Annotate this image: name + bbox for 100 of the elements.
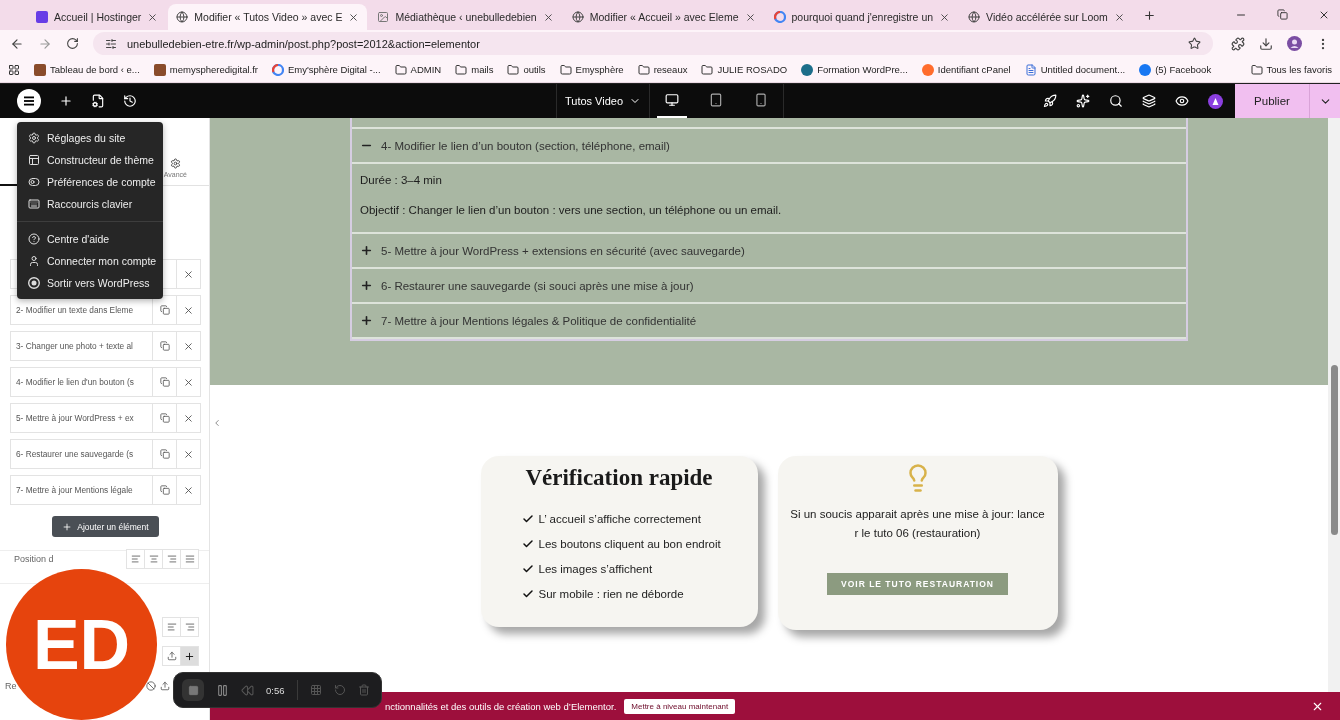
- bookmark[interactable]: memyspheredigital.fr: [153, 63, 258, 76]
- repeater-item[interactable]: 6- Restaurer une sauvegarde (s: [10, 439, 201, 469]
- reload-icon[interactable]: [66, 37, 79, 50]
- menu-item[interactable]: Centre d'aide: [17, 228, 163, 250]
- check-icon: [521, 563, 534, 575]
- folder-icon: [701, 63, 714, 76]
- download-icon[interactable]: [1259, 36, 1273, 51]
- bookmark[interactable]: Formation WordPre...: [801, 63, 908, 76]
- gear-icon: [169, 157, 181, 169]
- bookmark[interactable]: Tableau de bord ‹ e...: [34, 63, 140, 76]
- repeater-item[interactable]: 5- Mettre à jour WordPress + ex: [10, 403, 201, 433]
- avatar-icon[interactable]: [1208, 93, 1223, 109]
- copy-icon[interactable]: [159, 377, 170, 387]
- accordion-header[interactable]: 4- Modifier le lien d’un bouton (section, téléphone, email): [352, 129, 1186, 164]
- menu-item[interactable]: Raccourcis clavier: [17, 193, 163, 215]
- close-icon[interactable]: [542, 11, 554, 23]
- repeater-item[interactable]: 7- Mettre à jour Mentions légale: [10, 475, 201, 505]
- close-icon[interactable]: [1318, 9, 1330, 21]
- menu-item[interactable]: Connecter mon compte: [17, 250, 163, 272]
- pause-icon[interactable]: [216, 683, 229, 697]
- new-tab-icon[interactable]: [1142, 8, 1156, 22]
- copy-icon[interactable]: [159, 485, 170, 495]
- menu-item[interactable]: Sortir vers WordPress: [17, 272, 163, 294]
- browser-tab[interactable]: Modifier « Accueil » avec Eleme: [563, 4, 764, 30]
- apps-icon[interactable]: [8, 63, 20, 76]
- extensions-icon[interactable]: [1231, 36, 1245, 51]
- menu-item[interactable]: Préférences de compte: [17, 171, 163, 193]
- close-icon[interactable]: [744, 11, 756, 23]
- browser-tab[interactable]: pourquoi quand j'enregistre un: [765, 4, 959, 30]
- menu-icon[interactable]: [17, 89, 41, 113]
- tip-text: Si un soucis apparait après une mise à jour: lance r le tuto 06 (restauration): [789, 507, 1046, 541]
- square-logo-icon: [34, 63, 46, 76]
- repeater-item[interactable]: 3- Changer une photo + texte al: [10, 331, 201, 361]
- add-button[interactable]: [180, 647, 198, 665]
- star-icon[interactable]: [1188, 37, 1201, 50]
- add-icon[interactable]: [59, 94, 73, 108]
- close-icon[interactable]: [183, 268, 194, 280]
- bookmark[interactable]: reseaux: [637, 63, 688, 76]
- bookmark[interactable]: JULIE ROSADO: [701, 63, 788, 76]
- layers-icon[interactable]: [1142, 94, 1156, 108]
- copy-icon[interactable]: [159, 341, 170, 351]
- browser-tab[interactable]: Médiathèque ‹ unebulledebien: [369, 4, 562, 30]
- publish-button[interactable]: Publier: [1235, 84, 1309, 118]
- align-left-icon: [130, 554, 141, 564]
- accordion-header[interactable]: 7- Mettre à jour Mentions légales & Politique de confidentialité: [352, 304, 1186, 339]
- ban-icon[interactable]: [146, 681, 156, 691]
- sparkles-icon[interactable]: [1076, 94, 1090, 108]
- repeater-item[interactable]: 4- Modifier le lien d'un bouton (s: [10, 367, 201, 397]
- browser-tab[interactable]: Vidéo accélérée sur Loom: [960, 4, 1133, 30]
- close-icon[interactable]: [348, 11, 360, 23]
- bookmark[interactable]: mails: [455, 63, 494, 76]
- upgrade-button[interactable]: Mettre à niveau maintenant: [624, 698, 736, 714]
- copy-icon[interactable]: [159, 305, 170, 315]
- repeater-item[interactable]: 2- Modifier un texte dans Eleme: [10, 295, 201, 325]
- address-field[interactable]: unebulledebien-etre.fr/wp-admin/post.php?post=2012&action=elementor: [93, 32, 1213, 55]
- close-icon[interactable]: [183, 448, 194, 460]
- add-item-button[interactable]: Ajouter un élément: [52, 516, 159, 537]
- checklist-item: L’ accueil s’affiche correctement: [521, 513, 721, 525]
- close-icon[interactable]: [183, 376, 194, 388]
- copy-icon[interactable]: [159, 413, 170, 423]
- plus-icon: [184, 650, 195, 662]
- stop-button[interactable]: [182, 679, 204, 701]
- bookmark[interactable]: Untitled document...: [1024, 63, 1126, 76]
- close-icon[interactable]: [183, 340, 194, 352]
- menu-item[interactable]: Réglages du site: [17, 127, 163, 149]
- close-icon[interactable]: [183, 484, 194, 496]
- copy-icon[interactable]: [159, 449, 170, 459]
- profile-avatar-icon[interactable]: [1287, 36, 1302, 51]
- back-icon[interactable]: [10, 36, 24, 51]
- bookmark[interactable]: Identifiant cPanel: [921, 63, 1011, 76]
- bookmark[interactable]: Tous les favoris: [1250, 63, 1332, 76]
- bookmark[interactable]: Emysphère: [559, 63, 624, 76]
- accordion-header[interactable]: 6- Restaurer une sauvegarde (si souci après une mise à jour): [352, 269, 1186, 304]
- browser-tab[interactable]: Accueil | Hostinger: [28, 4, 167, 30]
- close-icon[interactable]: [183, 412, 194, 424]
- close-icon[interactable]: [939, 11, 951, 23]
- bookmark[interactable]: Emy'sphère Digital -...: [271, 63, 381, 76]
- browser-tab[interactable]: Modifier « Tutos Video » avec E: [168, 4, 368, 30]
- search-icon[interactable]: [1109, 94, 1123, 108]
- bookmark[interactable]: (5) Facebook: [1139, 63, 1212, 76]
- scrollbar[interactable]: [1328, 118, 1340, 692]
- accordion-header[interactable]: 5- Mettre à jour WordPress + extensions en sécurité (avec sauvegarde): [352, 234, 1186, 269]
- eye-icon[interactable]: [1175, 94, 1189, 108]
- checklist-item: Les images s’affichent: [521, 563, 721, 575]
- bookmark[interactable]: outils: [507, 63, 546, 76]
- rocket-icon[interactable]: [1043, 94, 1057, 108]
- page-settings-icon[interactable]: [91, 94, 105, 108]
- restore-icon[interactable]: [1277, 9, 1288, 20]
- menu-item[interactable]: Constructeur de thème: [17, 149, 163, 171]
- close-icon[interactable]: [147, 11, 159, 23]
- square-logo-icon: [153, 63, 166, 76]
- bookmark[interactable]: ADMIN: [394, 63, 442, 76]
- restart-icon[interactable]: [333, 684, 346, 696]
- check-icon: [521, 513, 534, 525]
- upload-icon[interactable]: [160, 681, 170, 691]
- close-icon[interactable]: [1113, 11, 1125, 23]
- forward-icon[interactable]: [38, 36, 52, 51]
- site-settings-icon[interactable]: [105, 37, 117, 50]
- close-icon[interactable]: [183, 304, 194, 316]
- history-icon[interactable]: [123, 94, 137, 108]
